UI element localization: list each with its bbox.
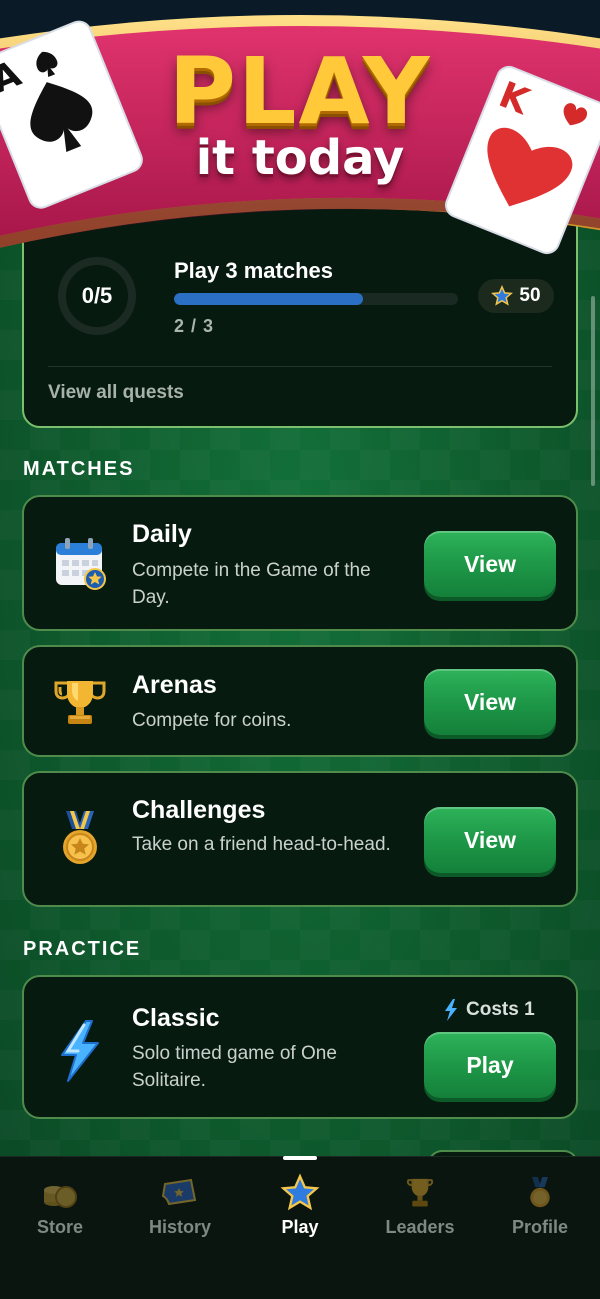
nav-label: Profile <box>511 1217 568 1237</box>
nav-label: Store <box>36 1217 83 1237</box>
nav-label: Leaders <box>385 1217 455 1237</box>
match-title: Challenges <box>132 796 266 824</box>
nav-item-profile[interactable]: Profile <box>480 1157 600 1257</box>
promo-banner[interactable]: A K PLAY it today <box>0 0 600 260</box>
cost-label: Costs 1 <box>444 999 535 1021</box>
nav-label: History <box>148 1217 211 1237</box>
divider <box>48 366 552 367</box>
view-all-quests-link[interactable]: View all quests <box>48 382 184 404</box>
nav-item-play[interactable]: Play <box>240 1157 360 1257</box>
challenges-view-button[interactable]: View <box>424 807 556 873</box>
quest-count: 2 / 3 <box>174 316 215 336</box>
calendar-icon <box>52 535 108 596</box>
match-title: Arenas <box>132 671 217 699</box>
match-title: Daily <box>132 520 192 548</box>
classic-play-button[interactable]: Play <box>424 1032 556 1098</box>
quest-progress-ring: 0/5 <box>58 257 136 335</box>
star-icon <box>491 285 514 306</box>
match-description: Take on a friend head-to-head. <box>132 834 391 855</box>
banner-subtitle: it today <box>195 130 405 186</box>
match-card-arenas: Arenas Compete for coins. View <box>22 645 578 757</box>
banner-title: PLAY <box>168 38 432 145</box>
match-description: Compete in the Game of the Day. <box>132 560 371 608</box>
medal-icon <box>52 809 108 874</box>
trophy-icon <box>400 1173 440 1213</box>
section-title-matches: MATCHES <box>23 458 135 480</box>
nav-label: Play <box>281 1217 319 1237</box>
quest-reward-amount: 50 <box>519 285 541 306</box>
nav-item-leaders[interactable]: Leaders <box>360 1157 480 1257</box>
match-card-daily: Daily Compete in the Game of the Day. Vi… <box>22 495 578 631</box>
match-card-challenges: Challenges Take on a friend head-to-head… <box>22 771 578 907</box>
practice-title: Classic <box>132 1004 220 1032</box>
section-title-practice: PRACTICE <box>23 938 142 960</box>
scrollbar[interactable] <box>591 296 595 486</box>
lightning-icon <box>58 1019 102 1088</box>
medal-icon <box>520 1173 560 1213</box>
quest-reward-badge: 50 <box>478 279 554 313</box>
cost-text: Costs 1 <box>466 999 535 1020</box>
practice-card-classic: Classic Solo timed game of One Solitaire… <box>22 975 578 1119</box>
nav-item-store[interactable]: Store <box>0 1157 120 1257</box>
quest-progress-fill <box>174 293 364 305</box>
nav-item-history[interactable]: History <box>120 1157 240 1257</box>
star-icon <box>280 1173 320 1213</box>
trophy-icon <box>52 675 108 736</box>
lightning-icon <box>445 999 457 1021</box>
daily-view-button[interactable]: View <box>424 531 556 597</box>
bottom-nav: Store History Play Leaders Profile <box>0 1156 600 1299</box>
coins-icon <box>40 1173 80 1213</box>
arenas-view-button[interactable]: View <box>424 669 556 735</box>
quest-progress-bar <box>174 293 458 305</box>
ticket-icon <box>160 1173 200 1213</box>
quest-name: Play 3 matches <box>174 258 333 283</box>
match-description: Compete for coins. <box>132 710 292 731</box>
practice-description: Solo timed game of One Solitaire. <box>132 1043 337 1091</box>
